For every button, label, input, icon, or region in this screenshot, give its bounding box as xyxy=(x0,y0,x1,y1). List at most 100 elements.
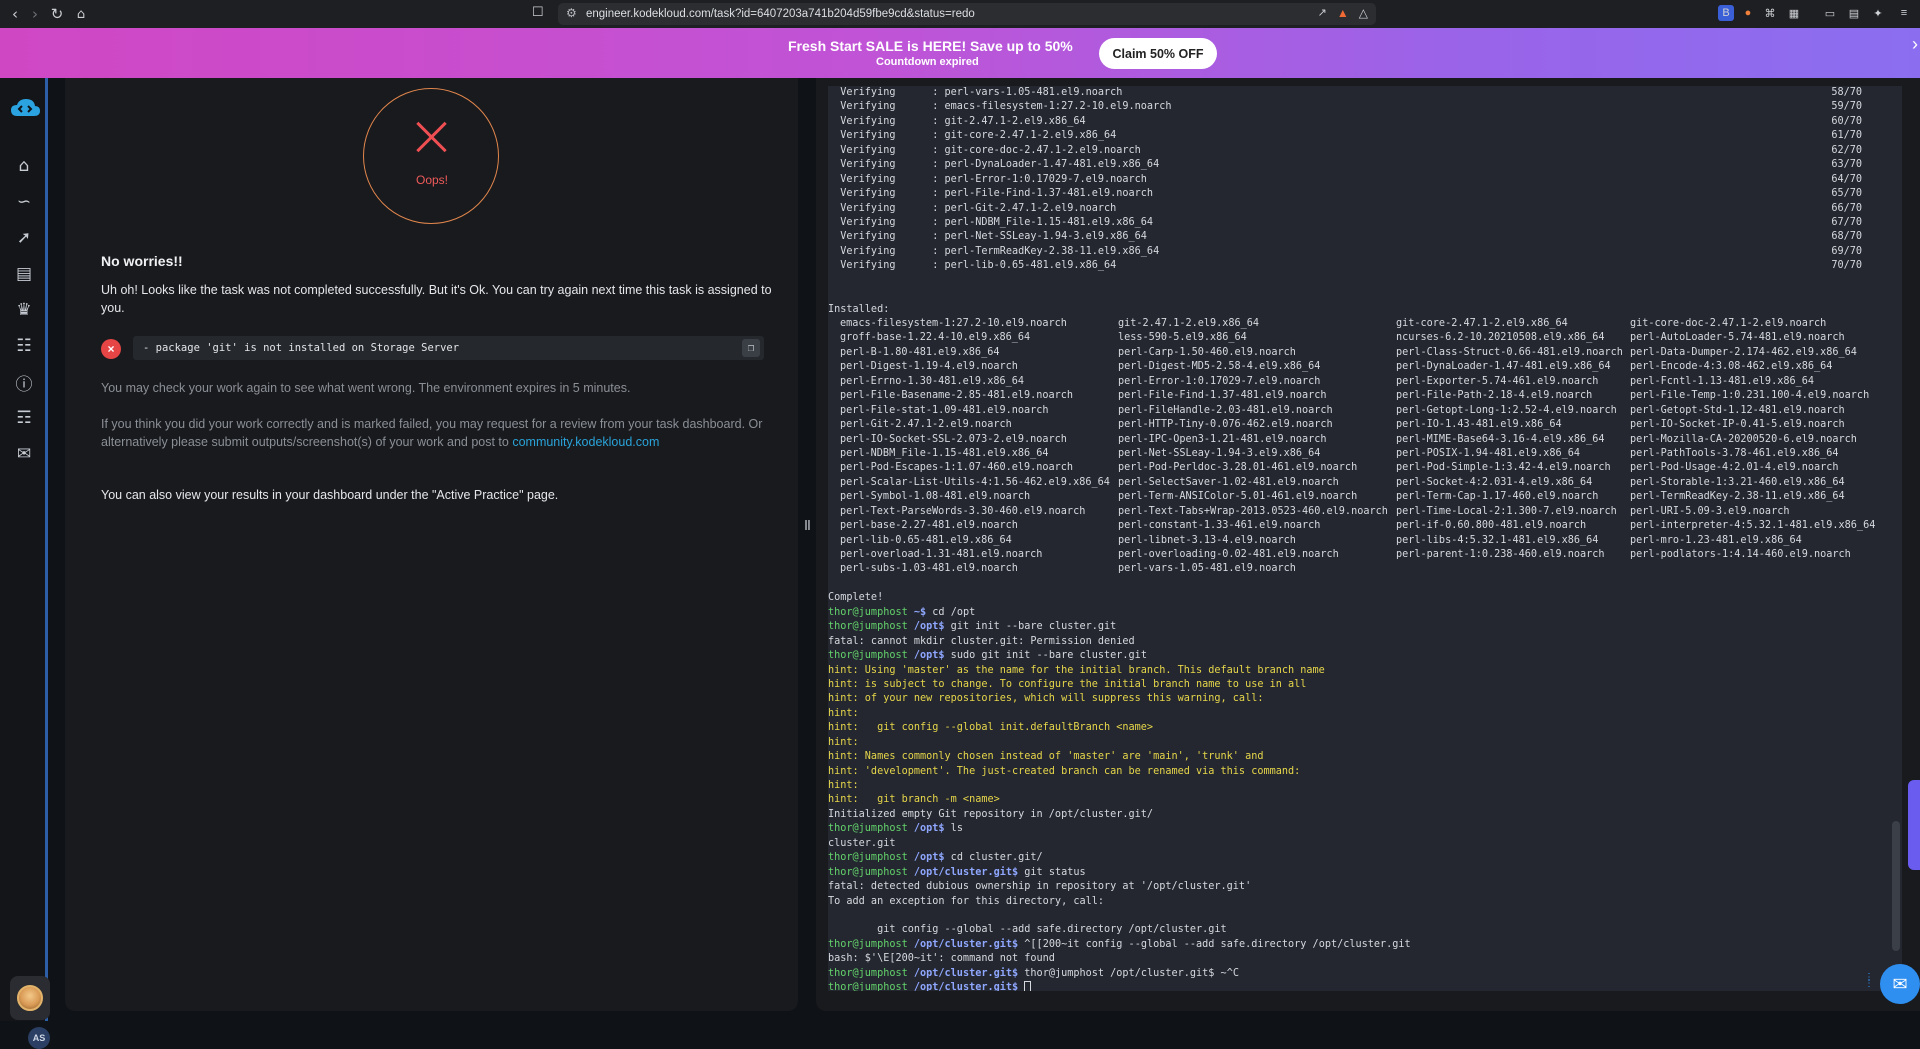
extension-icon[interactable]: B xyxy=(1718,5,1734,21)
wallet-icon[interactable]: ▤ xyxy=(1846,5,1862,21)
installed-package: perl-File-Find-1.37-481.el9.noarch xyxy=(1118,390,1327,402)
prompt-path: /opt$ xyxy=(913,621,945,633)
site-settings-icon[interactable]: ⚙ xyxy=(566,6,577,20)
installed-row: perl-B-1.80-481.el9.x86_64 perl-Carp-1.50… xyxy=(828,346,1902,360)
prompt-line: thor@jumphost /opt/cluster.git$ xyxy=(828,981,1902,991)
scrollbar-thumb[interactable] xyxy=(1892,821,1900,951)
sidebar-toggle-icon[interactable]: ▭ xyxy=(1822,5,1838,21)
installed-package: perl-URI-5.09-3.el9.noarch xyxy=(1630,505,1790,517)
browser-toolbar: ‹ › ↻ ⌂ ☐ ⚙ engineer.kodekloud.com/task?… xyxy=(0,0,1920,28)
verify-progress: 60/70 xyxy=(1831,115,1862,127)
extension-icon[interactable]: ⌘ xyxy=(1762,5,1778,21)
output-line: To add an exception for this directory, … xyxy=(828,895,1902,909)
support-chat-button[interactable]: ✉ xyxy=(1880,964,1920,1004)
forward-icon[interactable]: › xyxy=(24,3,46,25)
hint-text: hint: is subject to change. To configure… xyxy=(828,678,1307,690)
leo-icon[interactable]: ✦ xyxy=(1870,5,1886,21)
bookmark-icon[interactable]: ☐ xyxy=(532,4,544,20)
user-initials-badge[interactable]: AS xyxy=(28,1027,50,1049)
installed-package: perl-libs-4:5.32.1-481.el9.x86_64 xyxy=(1396,534,1599,546)
verify-line: Verifying : perl-Error-1:0.17029-7.el9.n… xyxy=(828,173,1902,187)
output-line: bash: $'\E[200~it': command not found xyxy=(828,952,1902,966)
panel-resize-handle[interactable]: ‖ xyxy=(804,517,811,533)
home-icon[interactable]: ⌂ xyxy=(14,156,34,176)
home-icon[interactable]: ⌂ xyxy=(70,3,92,25)
close-x-icon xyxy=(410,115,454,159)
url-text: engineer.kodekloud.com/task?id=6407203a7… xyxy=(586,8,975,20)
installed-package: perl-mro-1.23-481.el9.x86_64 xyxy=(1630,534,1802,546)
prompt-user: thor@jumphost xyxy=(828,606,914,618)
installed-package: git-core-doc-2.47.1-2.el9.noarch xyxy=(1630,318,1827,329)
installed-package: perl-parent-1:0.238-460.el9.noarch xyxy=(1396,549,1605,560)
prompt-user: thor@jumphost xyxy=(828,823,914,835)
copy-icon[interactable]: ❐ xyxy=(742,339,760,357)
close-banner-icon[interactable]: › xyxy=(1912,34,1918,55)
menu-icon[interactable]: ≡ xyxy=(1896,5,1912,21)
community-link[interactable]: community.kodekloud.com xyxy=(512,435,659,449)
hint-text: hint: of your new repositories, which wi… xyxy=(828,693,1264,705)
banner-countdown: Countdown expired xyxy=(876,56,979,68)
address-bar[interactable]: ⚙ engineer.kodekloud.com/task?id=6407203… xyxy=(558,3,1376,25)
output-text: bash: $'\E[200~it': command not found xyxy=(828,953,1055,965)
installed-package: perl-SelectSaver-1.02-481.el9.noarch xyxy=(1118,476,1339,488)
installed-row: groff-base-1.22.4-10.el9.x86_64 less-590-… xyxy=(828,331,1902,345)
installed-package: perl-PathTools-3.78-461.el9.x86_64 xyxy=(1630,447,1839,459)
installed-row: perl-Errno-1.30-481.el9.x86_64 perl-Error… xyxy=(828,375,1902,389)
info-icon[interactable]: ⓘ xyxy=(14,372,34,395)
installed-row: perl-subs-1.03-481.el9.noarch perl-vars-1… xyxy=(828,562,1902,576)
kodekloud-logo[interactable] xyxy=(9,98,41,120)
user-avatar-button[interactable] xyxy=(10,976,50,1020)
claim-offer-button[interactable]: Claim 50% OFF xyxy=(1099,38,1217,69)
verify-text: Verifying : perl-TermReadKey-2.38-11.el9… xyxy=(828,245,1160,257)
extension-icon[interactable]: ● xyxy=(1740,5,1756,21)
courses-icon[interactable]: ▤ xyxy=(14,264,34,284)
banner-title: Fresh Start SALE is HERE! Save up to 50% xyxy=(788,38,1073,54)
extensions-icon[interactable]: ▦ xyxy=(1786,5,1802,21)
error-row: × - package 'git' is not installed on St… xyxy=(101,336,781,360)
terminal-scrollbar[interactable] xyxy=(1892,86,1900,991)
prompt-user: thor@jumphost xyxy=(828,982,914,991)
output-text: fatal: cannot mkdir cluster.git: Permiss… xyxy=(828,635,1135,647)
rewards-icon[interactable]: △ xyxy=(1359,6,1368,20)
installed-package: perl-subs-1.03-481.el9.noarch xyxy=(840,563,1018,575)
share-icon[interactable]: ↗ xyxy=(1318,6,1327,20)
chat-icon[interactable]: ✉ xyxy=(14,444,34,464)
verify-line: Verifying : git-core-doc-2.47.1-2.el9.no… xyxy=(828,144,1902,158)
output-line: Initialized empty Git repository in /opt… xyxy=(828,808,1902,822)
leaderboard-icon[interactable]: ♛ xyxy=(14,300,34,320)
hint-text: hint: xyxy=(828,780,859,791)
skills-icon[interactable]: ➚ xyxy=(14,228,34,248)
verify-line: Verifying : emacs-filesystem-1:27.2-10.e… xyxy=(828,100,1902,114)
drag-handle-icon[interactable]: ⋮ ⋮ xyxy=(1864,973,1876,997)
prompt-user: thor@jumphost xyxy=(828,967,914,979)
brave-shield-icon[interactable]: ▲ xyxy=(1337,6,1349,20)
installed-package: perl-Pod-Simple-1:3.42-4.el9.noarch xyxy=(1396,462,1611,474)
prompt-user: thor@jumphost xyxy=(828,938,914,950)
back-icon[interactable]: ‹ xyxy=(4,3,26,25)
playground-icon[interactable]: ☷ xyxy=(14,336,34,356)
hint-text: hint: Using 'master' as the name for the… xyxy=(828,664,1325,676)
installed-package: ncurses-6.2-10.20210508.el9.x86_64 xyxy=(1396,332,1605,344)
roadmap-icon[interactable]: ∽ xyxy=(14,192,34,212)
book-icon[interactable]: ☶ xyxy=(14,408,34,428)
verify-progress: 61/70 xyxy=(1831,130,1862,142)
verify-text: Verifying : git-core-doc-2.47.1-2.el9.no… xyxy=(828,144,1141,156)
output-text: fatal: detected dubious ownership in rep… xyxy=(828,881,1252,893)
verify-progress: 69/70 xyxy=(1831,245,1862,257)
dashboard-note: You can also view your results in your d… xyxy=(101,488,559,502)
installed-package: perl-Term-ANSIColor-5.01-461.el9.noarch xyxy=(1118,491,1358,503)
terminal-screen[interactable]: Verifying : perl-vars-1.05-481.el9.noarc… xyxy=(828,86,1902,991)
verify-line: Verifying : perl-Git-2.47.1-2.el9.noarch… xyxy=(828,202,1902,216)
installed-package: perl-NDBM_File-1.15-481.el9.x86_64 xyxy=(840,447,1049,459)
hint-line: hint: Names commonly chosen instead of '… xyxy=(828,750,1902,764)
feedback-tab[interactable] xyxy=(1908,780,1920,870)
installed-package: perl-Pod-Perldoc-3.28.01-461.el9.noarch xyxy=(1118,462,1358,474)
installed-package: perl-Digest-MD5-2.58-4.el9.x86_64 xyxy=(1118,361,1321,373)
command-text: sudo git init --bare cluster.git xyxy=(944,650,1147,662)
reload-icon[interactable]: ↻ xyxy=(46,3,68,25)
installed-package: perl-Fcntl-1.13-481.el9.x86_64 xyxy=(1630,375,1815,387)
error-message-box: - package 'git' is not installed on Stor… xyxy=(133,336,764,360)
prompt-line: thor@jumphost /opt/cluster.git$ ^[[200~i… xyxy=(828,938,1902,952)
installed-package: perl-FileHandle-2.03-481.el9.noarch xyxy=(1118,404,1333,416)
